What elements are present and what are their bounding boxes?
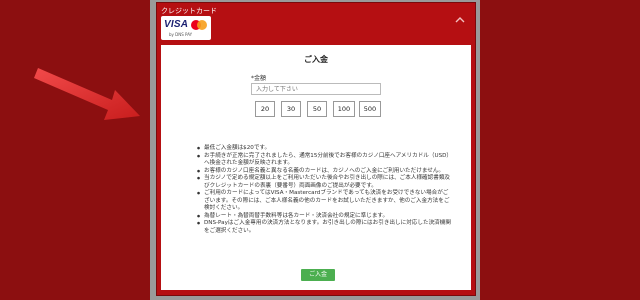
arrow-icon: [34, 68, 140, 120]
deposit-submit-button[interactable]: ご入金: [301, 269, 335, 281]
note-item: 最低ご入金額は$20です。: [197, 145, 452, 153]
amount-input[interactable]: [251, 83, 381, 95]
quick-amount-20[interactable]: 20: [255, 101, 275, 117]
note-item: 為替レート・為替両替手数料等は各カード・決済会社の規定に準じます。: [197, 213, 452, 221]
quick-amount-50[interactable]: 50: [307, 101, 327, 117]
deposit-notes: 最低ご入金額は$20です。 お手続きが正常に完了されましたら、通常15分前後でお…: [197, 145, 452, 235]
note-item: 当カジノで定める規定額以上をご利用いただいた後合やお引き出しの際には、ご本人様確…: [197, 175, 452, 190]
note-item: DNS-Payはご入金専用の決済方法となります。お引き出しの際にはお引き出しに対…: [197, 220, 452, 235]
visa-logo: VISA: [164, 19, 189, 30]
amount-label: *金額: [251, 75, 267, 82]
quick-amount-100[interactable]: 100: [333, 101, 355, 117]
panel-title: クレジットカード: [161, 7, 217, 15]
background-right: [480, 0, 640, 300]
quick-amount-500[interactable]: 500: [359, 101, 381, 117]
provider-label: by DNS PAY: [169, 32, 193, 37]
note-item: ご利用のカードによってはVISA・Mastercardブランドであっても決済をお…: [197, 190, 452, 213]
background-left: [0, 0, 150, 300]
form-heading: ご入金: [304, 55, 328, 64]
mastercard-logo-right: [197, 20, 207, 30]
note-item: お手続きが正常に完了されましたら、通常15分前後でお客様のカジノ口座へアメリカド…: [197, 153, 452, 168]
quick-amount-30[interactable]: 30: [281, 101, 301, 117]
panel-header[interactable]: クレジットカード VISA by DNS PAY: [157, 3, 475, 43]
chevron-up-icon[interactable]: [453, 13, 467, 27]
note-item: お客様のカジノ口座名義と異なる名義のカードは、カジノへのご入金にご利用いただけま…: [197, 168, 452, 176]
credit-card-panel: クレジットカード VISA by DNS PAY ご入金 *金額 20 30 5…: [156, 2, 476, 296]
deposit-form: ご入金 *金額 20 30 50 100 500 最低ご入金額は$20です。 お…: [161, 45, 471, 290]
card-brand-logo: VISA by DNS PAY: [161, 16, 211, 40]
